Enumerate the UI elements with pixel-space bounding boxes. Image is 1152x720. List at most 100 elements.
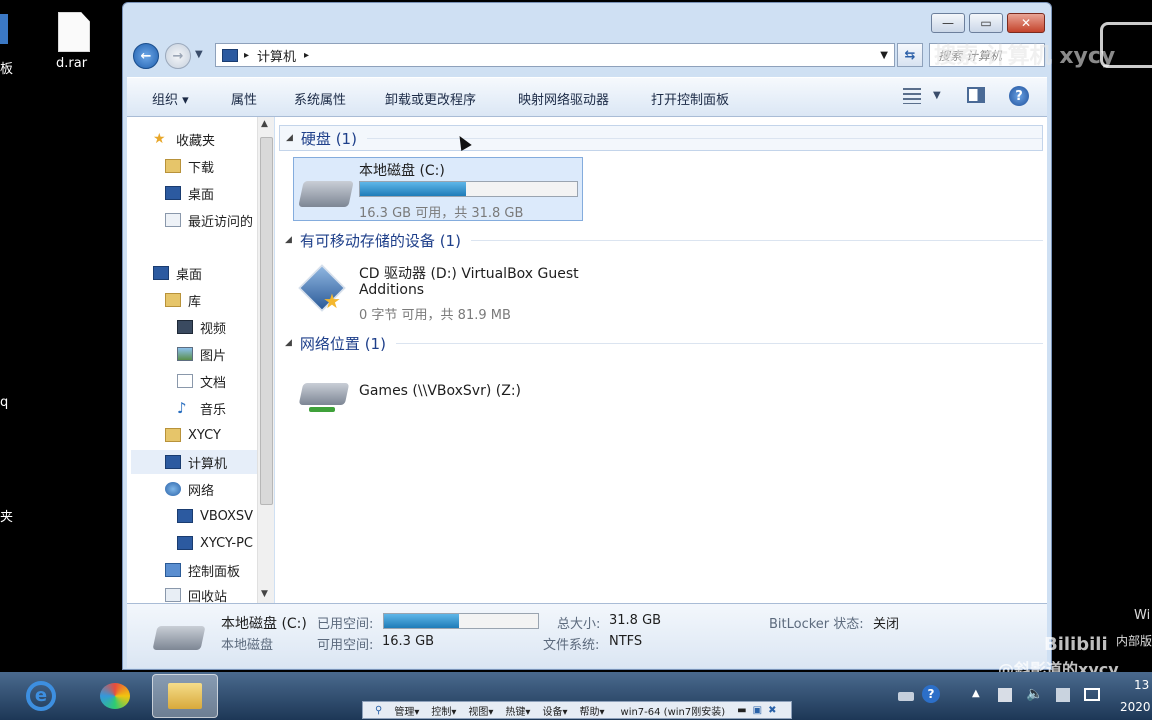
sidebar-item-desktop-fav[interactable]: 桌面 — [165, 181, 214, 205]
keyboard-icon[interactable] — [898, 692, 914, 701]
details-free-label: 可用空间: — [317, 638, 374, 653]
sidebar-item-xycy-pc[interactable]: XYCY-PC — [177, 531, 257, 555]
action-center-icon[interactable] — [998, 688, 1012, 702]
sidebar-item-downloads[interactable]: 下载 — [165, 154, 214, 178]
clock-time[interactable]: 13 — [1134, 678, 1149, 692]
sidebar-item-libraries[interactable]: 库 — [165, 288, 201, 312]
clock-year[interactable]: 2020 — [1120, 700, 1151, 714]
details-fs-label: 文件系统: — [543, 638, 600, 653]
open-control-panel-button[interactable]: 打开控制面板 — [651, 89, 729, 108]
vbox-menu-help[interactable]: 帮助▾ — [579, 703, 604, 718]
forward-button[interactable]: → — [165, 43, 191, 69]
explorer-taskbar-button[interactable] — [152, 674, 218, 718]
address-dropdown-icon[interactable]: ▼ — [880, 50, 888, 61]
sidebar-item-label: 音乐 — [200, 402, 227, 418]
sidebar-item-user-folder[interactable]: XYCY — [165, 423, 221, 447]
sidebar-item-favorites[interactable]: ★ 收藏夹 — [153, 127, 215, 151]
details-pane: 本地磁盘 (C:) 本地磁盘 已用空间: 可用空间: 16.3 GB 总大小: … — [127, 603, 1047, 668]
vbox-minimize-icon[interactable]: ▬ — [737, 705, 746, 716]
group-header-removable[interactable]: ◢ 有可移动存储的设备 (1) — [279, 227, 1043, 253]
sidebar-scrollbar[interactable]: ▲ ▼ — [257, 117, 274, 603]
vbox-menu-view[interactable]: 视图▾ — [468, 703, 493, 718]
scrollbar-thumb[interactable] — [260, 137, 273, 505]
vbox-menu-hotkeys[interactable]: 热键▾ — [505, 703, 530, 718]
address-separator[interactable]: ▸ — [244, 50, 249, 61]
scroll-up-icon[interactable]: ▲ — [261, 119, 268, 129]
sidebar-item-network[interactable]: 网络 — [165, 477, 214, 501]
sidebar-item-recent-places[interactable]: 最近访问的 — [165, 208, 253, 232]
network-tray-icon[interactable] — [1056, 688, 1070, 702]
drive-z-name[interactable]: Games (\\VBoxSvr) (Z:) — [359, 383, 521, 399]
drive-d-space: 0 字节 可用，共 81.9 MB — [359, 308, 511, 323]
address-path[interactable]: 计算机 — [257, 46, 296, 65]
drive-c-usage-fill — [360, 182, 467, 196]
collapse-icon[interactable]: ◢ — [285, 235, 292, 245]
display-tray-icon[interactable] — [1084, 688, 1100, 701]
sidebar-item-label: 桌面 — [188, 187, 215, 203]
vbox-menu-devices[interactable]: 设备▾ — [542, 703, 567, 718]
address-arrow[interactable]: ▸ — [304, 50, 309, 61]
sidebar-item-desktop[interactable]: 桌面 — [153, 261, 202, 285]
rar-file-icon[interactable] — [58, 12, 90, 52]
scroll-down-icon[interactable]: ▼ — [261, 589, 268, 599]
sidebar-item-videos[interactable]: 视频 — [177, 315, 226, 339]
group-header-network[interactable]: ◢ 网络位置 (1) — [279, 330, 1043, 356]
vbox-close-icon[interactable]: ✖ — [768, 705, 776, 716]
sidebar-item-documents[interactable]: 文档 — [177, 369, 226, 393]
sidebar-item-pictures[interactable]: 图片 — [177, 342, 226, 366]
sidebar-item-computer[interactable]: 计算机 — [131, 450, 257, 474]
computer-icon — [222, 48, 238, 62]
sidebar-item-label: VBOXSV — [200, 508, 254, 524]
maximize-button[interactable]: ▭ — [969, 13, 1003, 33]
vbox-menu-manage[interactable]: 管理▾ — [394, 703, 419, 718]
drive-d-name-2[interactable]: Additions — [359, 282, 424, 298]
navigation-pane: ★ 收藏夹 下载 桌面 最近访问的 桌面 库 视频 图片 文档 ♪ 音乐 XYC… — [127, 117, 274, 605]
virtualbox-mini-toolbar: ⚲ 管理▾ 控制▾ 视图▾ 热键▾ 设备▾ 帮助▾ win7-64 (win7刚… — [362, 701, 792, 719]
map-network-drive-button[interactable]: 映射网络驱动器 — [518, 89, 609, 108]
desktop-edge-label-3: 夹 — [0, 510, 14, 525]
minimize-button[interactable]: — — [931, 13, 965, 33]
group-header-hard-disks[interactable]: ◢ 硬盘 (1) — [279, 125, 1043, 151]
sidebar-item-label: 计算机 — [188, 456, 228, 472]
uninstall-program-button[interactable]: 卸载或更改程序 — [385, 89, 476, 108]
ie-taskbar-button[interactable]: e — [8, 674, 74, 718]
help-icon[interactable]: ? — [1009, 86, 1029, 106]
history-dropdown-icon[interactable]: ▼ — [195, 49, 203, 60]
sidebar-item-label: 收藏夹 — [176, 133, 216, 149]
sidebar-item-label: XYCY — [188, 427, 221, 443]
sidebar-item-control-panel[interactable]: 控制面板 — [165, 558, 240, 582]
details-total-value: 31.8 GB — [609, 613, 662, 628]
pin-icon[interactable]: ⚲ — [375, 705, 382, 716]
drive-d-name-1[interactable]: CD 驱动器 (D:) VirtualBox Guest — [359, 263, 579, 283]
refresh-button[interactable]: ⇆ — [897, 43, 923, 67]
vbox-window-icon[interactable]: ▣ — [753, 705, 762, 716]
collapse-icon[interactable]: ◢ — [286, 133, 293, 143]
tray-expand-icon[interactable]: ▲ — [972, 688, 980, 699]
sidebar-item-label: 下载 — [188, 160, 215, 176]
help-tray-icon[interactable]: ? — [922, 685, 940, 703]
view-dropdown-icon[interactable]: ▼ — [933, 90, 941, 101]
watermark-right-1: Wi — [1134, 608, 1151, 623]
network-drive-icon[interactable] — [298, 383, 350, 405]
organize-button[interactable]: 组织 ▾ — [152, 89, 189, 108]
sidebar-item-label: 回收站 — [188, 589, 228, 605]
sidebar-item-label: 网络 — [188, 483, 215, 499]
volume-icon[interactable]: 🔈 — [1026, 686, 1043, 702]
back-button[interactable]: ← — [133, 43, 159, 69]
close-button[interactable]: ✕ — [1007, 13, 1045, 33]
paint-taskbar-button[interactable] — [82, 674, 148, 718]
star-icon: ★ — [153, 131, 166, 147]
properties-button[interactable]: 属性 — [231, 89, 257, 108]
desktop-edge-icon[interactable] — [0, 14, 8, 44]
view-options-icon[interactable] — [903, 88, 921, 104]
collapse-icon[interactable]: ◢ — [285, 338, 292, 348]
system-properties-button[interactable]: 系统属性 — [294, 89, 346, 108]
address-bar[interactable]: ▸ 计算机 ▸ ▼ — [215, 43, 895, 67]
sidebar-item-label: 最近访问的 — [188, 214, 254, 230]
file-list: ◢ 硬盘 (1) 本地磁盘 (C:) 16.3 GB 可用，共 31.8 GB … — [275, 117, 1047, 603]
sidebar-item-music[interactable]: ♪ 音乐 — [177, 396, 226, 420]
preview-pane-icon[interactable] — [967, 87, 985, 103]
sidebar-item-vboxsvr[interactable]: VBOXSV — [177, 504, 257, 528]
vbox-menu-control[interactable]: 控制▾ — [431, 703, 456, 718]
desktop-edge-label-2: q — [0, 395, 9, 410]
